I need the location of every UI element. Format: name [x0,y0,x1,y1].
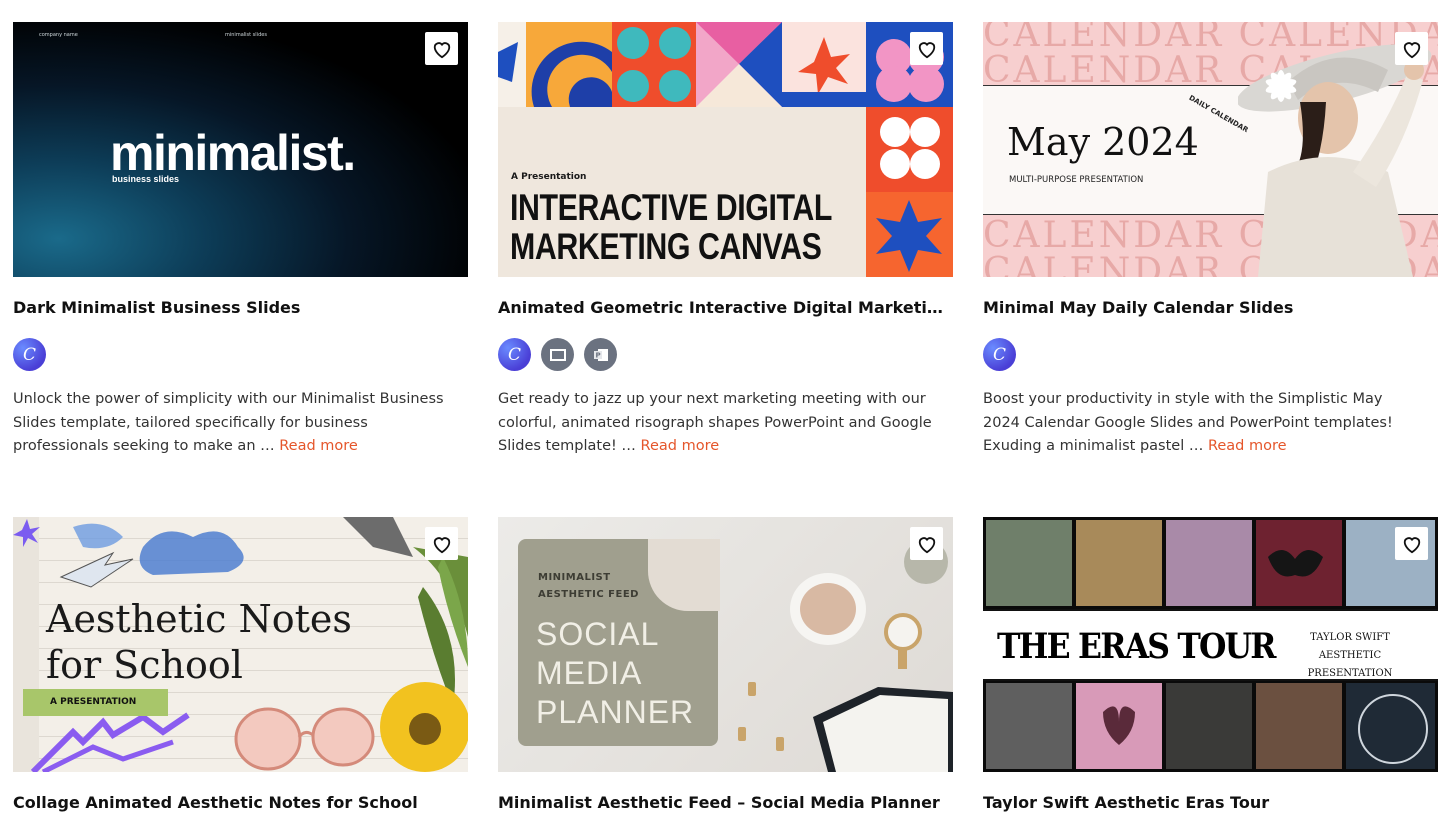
thumb-kicker: MINIMALIST AESTHETIC FEED [538,572,639,600]
thumb-small-text: minimalist slides [225,32,267,38]
heart-outline-icon [918,536,935,553]
favorite-button[interactable] [910,32,943,65]
card-title[interactable]: Collage Animated Aesthetic Notes for Sch… [13,793,468,812]
heart-outline-icon [433,41,450,58]
template-card[interactable]: MINIMALIST AESTHETIC FEED SOCIAL MEDIA P… [498,517,953,812]
template-thumbnail[interactable]: MINIMALIST AESTHETIC FEED SOCIAL MEDIA P… [498,517,953,772]
template-thumbnail[interactable]: company name minimalist slides minimalis… [13,22,468,277]
thumb-headline: May 2024 [1007,120,1199,164]
template-card[interactable]: CALENDAR CALENDAR CALENDAR CALENDAR CALE… [983,22,1438,454]
card-description: Get ready to jazz up your next marketing… [498,391,932,454]
favorite-button[interactable] [910,527,943,560]
heart-outline-icon [918,41,935,58]
thumb-headline: SOCIAL MEDIA PLANNER [536,616,695,730]
card-title[interactable]: Minimalist Aesthetic Feed – Social Media… [498,793,953,812]
thumb-headline: THE ERAS TOUR [997,626,1276,667]
card-description: Unlock the power of simplicity with our … [13,391,444,454]
heart-outline-icon [1403,41,1420,58]
read-more-link[interactable]: Read more [1208,438,1287,454]
template-card[interactable]: Aesthetic Notes for School A PRESENTATIO… [13,517,468,812]
template-thumbnail[interactable]: THE ERAS TOUR TAYLOR SWIFT AESTHETIC PRE… [983,517,1438,772]
read-more-link[interactable]: Read more [279,438,358,454]
card-title[interactable]: Minimal May Daily Calendar Slides [983,298,1438,317]
card-title[interactable]: Animated Geometric Interactive Digital M… [498,298,953,317]
format-badges: C [13,338,46,371]
canva-icon[interactable]: C [983,338,1016,371]
thumb-subline: business slides [112,174,180,184]
thumb-kicker: A Presentation [511,172,587,182]
heart-outline-icon [433,536,450,553]
thumb-subline: MULTI-PURPOSE PRESENTATION [1009,175,1144,185]
card-title[interactable]: Taylor Swift Aesthetic Eras Tour [983,793,1438,812]
read-more-link[interactable]: Read more [641,438,720,454]
template-thumbnail[interactable]: Aesthetic Notes for School A PRESENTATIO… [13,517,468,772]
canva-icon[interactable]: C [13,338,46,371]
flower-icon [1265,70,1297,102]
template-card[interactable]: A Presentation INTERACTIVE DIGITAL MARKE… [498,22,953,454]
thumb-headline: Aesthetic Notes for School [46,597,352,687]
card-title[interactable]: Dark Minimalist Business Slides [13,298,468,317]
canva-icon[interactable]: C [498,338,531,371]
template-card[interactable]: THE ERAS TOUR TAYLOR SWIFT AESTHETIC PRE… [983,517,1438,812]
powerpoint-icon[interactable]: P [584,338,617,371]
template-thumbnail[interactable]: CALENDAR CALENDAR CALENDAR CALENDAR CALE… [983,22,1438,277]
heart-outline-icon [1403,536,1420,553]
format-badges: C P [498,338,617,371]
template-grid: company name minimalist slides minimalis… [0,0,1456,826]
card-description: Boost your productivity in style with th… [983,391,1393,454]
thumb-headline: INTERACTIVE DIGITAL MARKETING CANVAS [510,187,833,267]
thumb-tag: A PRESENTATION [23,689,168,716]
thumb-subline: TAYLOR SWIFT AESTHETIC PRESENTATION [1307,632,1393,679]
favorite-button[interactable] [1395,32,1428,65]
format-badges: C [983,338,1016,371]
google-slides-icon[interactable] [541,338,574,371]
template-thumbnail[interactable]: A Presentation INTERACTIVE DIGITAL MARKE… [498,22,953,277]
svg-text:P: P [595,351,600,359]
template-card[interactable]: company name minimalist slides minimalis… [13,22,468,454]
favorite-button[interactable] [1395,527,1428,560]
favorite-button[interactable] [425,527,458,560]
thumb-small-text: company name [39,32,78,38]
favorite-button[interactable] [425,32,458,65]
